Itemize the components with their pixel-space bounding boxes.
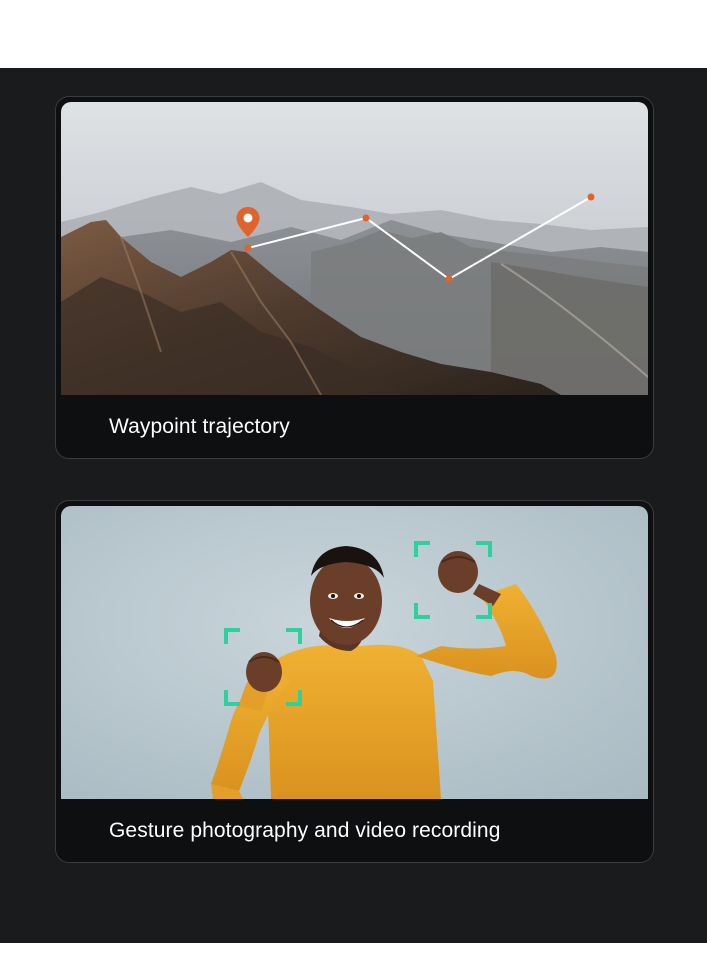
mountain-landscape-image <box>61 102 648 395</box>
waypoint-trajectory-card: Waypoint trajectory <box>55 96 654 459</box>
gesture-photography-card: Gesture photography and video recording <box>55 500 654 863</box>
gesture-photo-image <box>61 506 648 799</box>
gesture-frame-left-icon <box>224 628 302 706</box>
card-caption: Waypoint trajectory <box>109 415 290 438</box>
card-caption: Gesture photography and video recording <box>109 819 501 842</box>
gesture-frame-right-icon <box>414 541 492 619</box>
location-pin-icon <box>236 207 260 237</box>
